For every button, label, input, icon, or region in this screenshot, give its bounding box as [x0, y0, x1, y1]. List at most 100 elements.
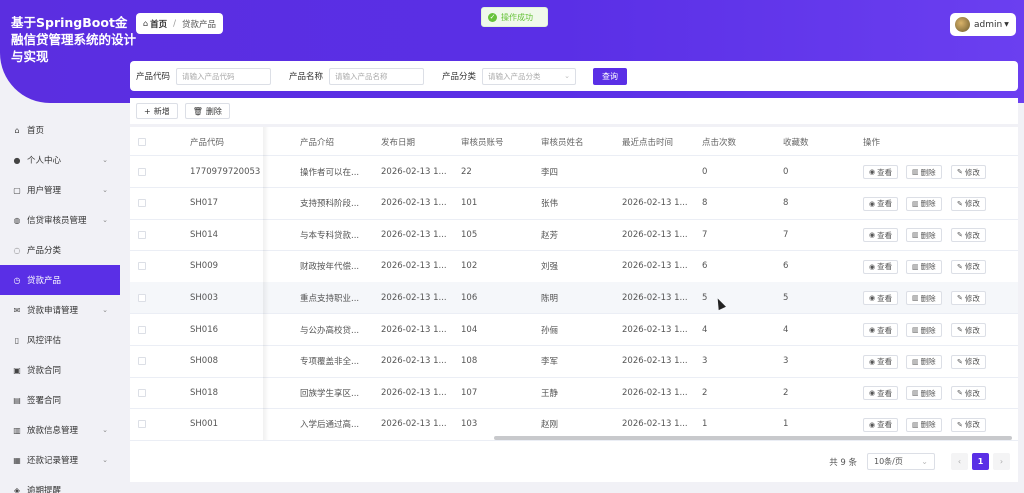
- category-select[interactable]: 请输入产品分类 ⌄: [482, 67, 577, 85]
- mail-icon: ✉: [13, 305, 21, 315]
- view-button-label: 查看: [877, 262, 893, 272]
- sidebar-item[interactable]: ◷ 贷款产品: [0, 265, 120, 295]
- cell-name: 李四: [541, 167, 559, 178]
- header-intro: 产品介绍: [300, 138, 335, 148]
- prev-page-button[interactable]: ‹: [951, 453, 968, 470]
- view-button[interactable]: ◉ 查看: [863, 291, 899, 306]
- cell-clicks: 2: [702, 387, 708, 398]
- page-size-select[interactable]: 10条/页 ⌄: [867, 453, 935, 470]
- header-actions: 操作: [863, 138, 881, 148]
- view-button[interactable]: ◉ 查看: [863, 417, 899, 432]
- caret-down-icon: ▼: [1004, 21, 1009, 28]
- page-number-button[interactable]: 1: [972, 453, 989, 470]
- edit-button-label: 修改: [964, 167, 980, 177]
- sidebar-item[interactable]: ◈ 逾期提醒: [0, 475, 120, 493]
- edit-button[interactable]: ✎ 修改: [951, 417, 986, 432]
- trash-icon: ▥: [912, 168, 919, 176]
- batch-delete-button[interactable]: 🗑 删除: [184, 103, 230, 119]
- sidebar-item[interactable]: ◌ 产品分类: [0, 235, 120, 265]
- view-button[interactable]: ◉ 查看: [863, 259, 899, 274]
- view-button-label: 查看: [877, 420, 893, 430]
- select-all-checkbox[interactable]: [138, 129, 146, 155]
- row-checkbox[interactable]: [138, 251, 146, 282]
- sidebar-item-label: 信贷审核员管理: [27, 216, 87, 226]
- cell-intro: 操作者可以在...: [300, 167, 360, 178]
- horizontal-scrollbar[interactable]: [494, 436, 1012, 440]
- chevron-down-icon: ⌄: [102, 216, 108, 224]
- sidebar-item[interactable]: ⌂ 首页: [0, 115, 120, 145]
- delete-button-label: 删除: [920, 325, 936, 335]
- row-checkbox[interactable]: [138, 346, 146, 377]
- edit-button[interactable]: ✎ 修改: [951, 196, 986, 211]
- breadcrumb-home[interactable]: 首页: [150, 18, 167, 30]
- row-checkbox[interactable]: [138, 314, 146, 345]
- delete-button[interactable]: ▥ 删除: [906, 386, 942, 401]
- sidebar-item-label: 贷款申请管理: [27, 306, 79, 316]
- edit-button[interactable]: ✎ 修改: [951, 259, 986, 274]
- edit-icon: ✎: [957, 262, 963, 271]
- eye-icon: ◉: [869, 389, 876, 398]
- sidebar-item[interactable]: ✉ 贷款申请管理 ⌄: [0, 295, 120, 325]
- view-button[interactable]: ◉ 查看: [863, 165, 899, 179]
- clock-icon: ◷: [13, 275, 21, 285]
- cell-account: 107: [461, 387, 478, 398]
- edit-icon: ✎: [957, 389, 963, 398]
- sidebar-item-label: 用户管理: [27, 186, 62, 196]
- user-menu-button[interactable]: admin ▼: [950, 13, 1016, 36]
- edit-button[interactable]: ✎ 修改: [951, 354, 986, 369]
- sidebar-item[interactable]: ● 个人中心 ⌄: [0, 145, 120, 175]
- trash-icon: 🗑: [192, 106, 203, 116]
- view-button[interactable]: ◉ 查看: [863, 228, 899, 243]
- edit-button[interactable]: ✎ 修改: [951, 228, 986, 243]
- delete-button[interactable]: ▥ 删除: [906, 417, 942, 432]
- header-name: 审核员姓名: [541, 138, 584, 148]
- product-table: 产品代码 产品介绍 发布日期 审核员账号 审核员姓名 最近点击时间 点击次数 收…: [130, 127, 1018, 482]
- plus-icon: +: [144, 106, 151, 116]
- query-button[interactable]: 查询: [593, 67, 628, 85]
- sidebar-item[interactable]: ▤ 签署合同: [0, 385, 120, 415]
- row-checkbox[interactable]: [138, 409, 146, 440]
- edit-button[interactable]: ✎ 修改: [951, 165, 986, 179]
- delete-button[interactable]: ▥ 删除: [906, 323, 942, 337]
- delete-button-label: 删除: [920, 357, 936, 367]
- row-checkbox[interactable]: [138, 377, 146, 408]
- toast-message: 操作成功: [501, 12, 533, 22]
- code-search-input[interactable]: 请输入产品代码: [176, 67, 272, 85]
- sidebar-item[interactable]: ▥ 放款信息管理 ⌄: [0, 415, 120, 445]
- delete-button[interactable]: ▥ 删除: [906, 291, 942, 306]
- chevron-down-icon: ⌄: [102, 186, 108, 194]
- delete-button[interactable]: ▥ 删除: [906, 259, 942, 274]
- sidebar-item[interactable]: ▢ 用户管理 ⌄: [0, 175, 120, 205]
- view-button[interactable]: ◉ 查看: [863, 196, 899, 211]
- sidebar-item[interactable]: ▦ 还款记录管理 ⌄: [0, 445, 120, 475]
- delete-button[interactable]: ▥ 删除: [906, 354, 942, 369]
- view-button[interactable]: ◉ 查看: [863, 323, 899, 337]
- next-page-button[interactable]: ›: [993, 453, 1010, 470]
- delete-button[interactable]: ▥ 删除: [906, 165, 942, 179]
- delete-button[interactable]: ▥ 删除: [906, 228, 942, 243]
- cell-intro: 重点支持职业...: [300, 293, 360, 304]
- edit-button[interactable]: ✎ 修改: [951, 323, 986, 337]
- delete-button[interactable]: ▥ 删除: [906, 196, 942, 211]
- sidebar-item[interactable]: ◍ 信贷审核员管理 ⌄: [0, 205, 120, 235]
- cell-code: SH017: [190, 198, 219, 209]
- chevron-down-icon: ⌄: [102, 306, 108, 314]
- row-checkbox[interactable]: [138, 219, 146, 250]
- eye-icon: ◉: [869, 326, 876, 334]
- row-checkbox[interactable]: [138, 282, 146, 313]
- edit-button[interactable]: ✎ 修改: [951, 291, 986, 306]
- cell-account: 104: [461, 324, 478, 335]
- loan-icon: ▥: [13, 425, 21, 435]
- view-button[interactable]: ◉ 查看: [863, 386, 899, 401]
- eye-icon: ◉: [869, 357, 876, 366]
- sidebar-item[interactable]: ▯ 风控评估: [0, 325, 120, 355]
- row-checkbox[interactable]: [138, 188, 146, 219]
- name-search-input[interactable]: 请输入产品名称: [329, 67, 425, 85]
- view-button[interactable]: ◉ 查看: [863, 354, 899, 369]
- edit-button[interactable]: ✎ 修改: [951, 386, 986, 401]
- view-button-label: 查看: [877, 357, 893, 367]
- shield-icon: ▯: [14, 335, 20, 345]
- sidebar-item[interactable]: ▣ 贷款合同: [0, 355, 120, 385]
- row-checkbox[interactable]: [138, 156, 146, 187]
- add-button[interactable]: + 新增: [136, 103, 178, 119]
